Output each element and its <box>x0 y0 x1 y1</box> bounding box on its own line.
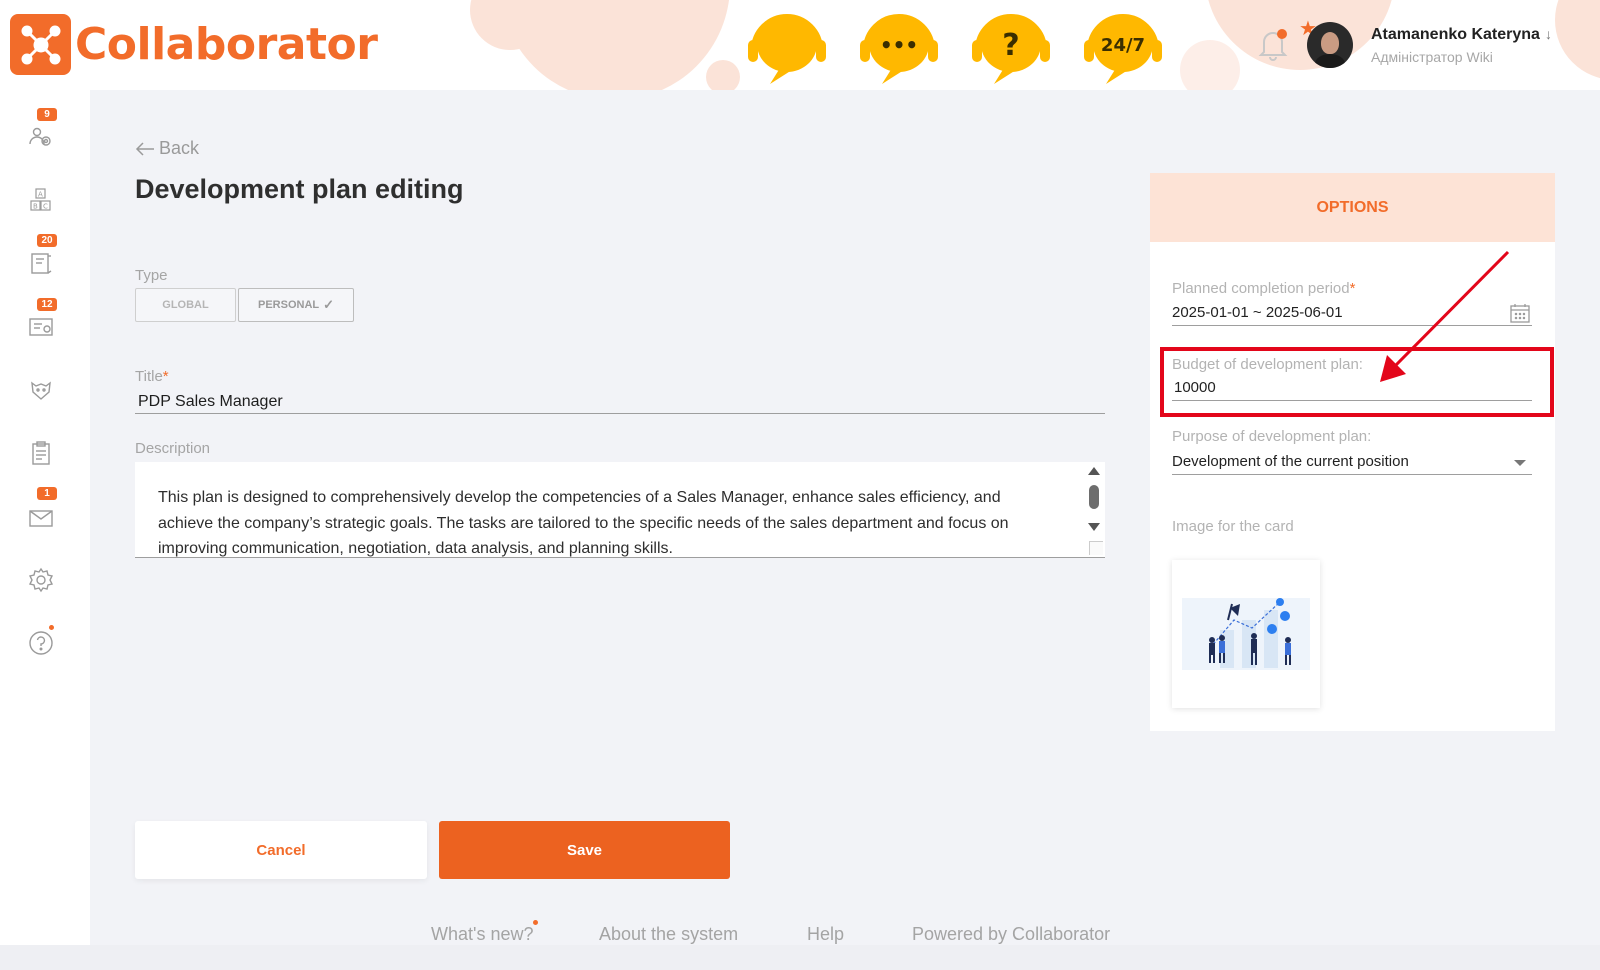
sidebar-item-settings[interactable] <box>26 565 56 595</box>
options-header: OPTIONS <box>1150 173 1555 242</box>
badge: 12 <box>37 298 57 311</box>
gear-icon <box>28 567 54 593</box>
svg-text:B: B <box>33 203 38 211</box>
messages-support-icon[interactable]: ••• <box>854 4 944 86</box>
help-support-icon[interactable]: ? <box>966 4 1056 86</box>
title-input[interactable] <box>135 390 1105 414</box>
user-role: Адміністратор Wiki <box>1371 49 1493 65</box>
arrow-left-icon <box>135 141 154 156</box>
footer-about-link[interactable]: About the system <box>599 924 738 945</box>
save-button[interactable]: Save <box>439 821 730 879</box>
title-label: Title* <box>135 368 169 385</box>
purpose-select[interactable]: Development of the current position <box>1172 449 1532 475</box>
sidebar-item-abc[interactable]: A B C <box>26 185 56 215</box>
sidebar-item-users[interactable]: 9 <box>26 108 57 152</box>
badge: 20 <box>37 234 57 247</box>
sidebar-item-tasks[interactable] <box>26 438 56 468</box>
clipboard-icon <box>32 441 50 465</box>
avatar <box>1307 22 1353 68</box>
chat-support-icon[interactable] <box>742 4 832 86</box>
footer-help-link[interactable]: Help <box>807 924 844 945</box>
bottom-strip <box>0 945 1600 970</box>
resize-handle[interactable] <box>1089 541 1103 555</box>
envelope-icon <box>29 510 53 527</box>
type-label: Type <box>135 267 168 284</box>
page-title: Development plan editing <box>135 174 464 204</box>
badge: 9 <box>37 108 57 121</box>
sidebar-item-messages[interactable]: 1 <box>26 487 57 531</box>
svg-text:A: A <box>38 191 43 199</box>
app-logo[interactable]: Collaborator <box>10 14 378 75</box>
support-24-7-icon[interactable]: 24/7 <box>1078 4 1168 86</box>
scroll-thumb[interactable] <box>1089 485 1099 509</box>
period-field[interactable]: 2025-01-01 ~ 2025-06-01 <box>1172 300 1532 326</box>
footer-powered-link[interactable]: Powered by Collaborator <box>912 924 1110 945</box>
back-label: Back <box>159 138 200 158</box>
scroll-up-icon[interactable] <box>1088 467 1100 475</box>
notification-dot <box>533 920 538 925</box>
svg-text:C: C <box>43 203 48 211</box>
users-gear-icon <box>29 127 51 146</box>
tiger-icon <box>31 381 51 400</box>
budget-highlight-box <box>1160 347 1554 417</box>
chevron-down-icon <box>1514 460 1526 466</box>
logo-icon <box>10 14 71 75</box>
book-icon <box>31 253 52 274</box>
image-label: Image for the card <box>1172 518 1294 535</box>
notification-dot <box>48 624 55 631</box>
user-avatar[interactable]: ★ <box>1299 18 1353 68</box>
app-name: Collaborator <box>75 19 378 70</box>
back-link[interactable]: Back <box>135 138 199 159</box>
sidebar: 9 A B C 20 12 1 <box>0 90 90 945</box>
sidebar-item-courses[interactable]: 20 <box>26 234 57 278</box>
abc-blocks-icon: A B C <box>30 188 51 211</box>
calendar-icon[interactable] <box>1510 303 1530 327</box>
checkmark-icon: ✓ <box>323 297 335 312</box>
purpose-label: Purpose of development plan: <box>1172 428 1372 445</box>
sidebar-item-certificates[interactable]: 12 <box>26 298 57 342</box>
card-image[interactable] <box>1172 560 1320 708</box>
cancel-button[interactable]: Cancel <box>135 821 427 879</box>
period-label: Planned completion period* <box>1172 280 1356 297</box>
growth-chart-illustration <box>1182 598 1310 670</box>
description-text: This plan is designed to comprehensively… <box>158 489 1009 557</box>
footer-whats-new-link[interactable]: What's new? <box>431 924 533 945</box>
badge: 1 <box>37 487 57 500</box>
type-global-button[interactable]: GLOBAL <box>135 288 236 322</box>
options-panel: OPTIONS Planned completion period* 2025-… <box>1150 173 1555 731</box>
user-name[interactable]: Atamanenko Kateryna <box>1371 26 1540 44</box>
certificate-icon <box>29 318 53 336</box>
top-header: Collaborator ••• ? 24/7 ★ Atamanenko Kat… <box>0 0 1600 90</box>
scroll-down-icon[interactable] <box>1088 523 1100 531</box>
type-personal-button[interactable]: PERSONAL ✓ <box>238 288 354 322</box>
user-menu-arrow-icon[interactable]: ↓ <box>1545 26 1552 42</box>
question-icon <box>29 631 53 655</box>
notification-bell-icon[interactable] <box>1258 28 1288 62</box>
description-textarea[interactable]: This plan is designed to comprehensively… <box>135 462 1105 558</box>
sidebar-item-competencies[interactable] <box>26 375 56 405</box>
description-label: Description <box>135 440 211 457</box>
sidebar-item-help[interactable] <box>26 624 56 658</box>
